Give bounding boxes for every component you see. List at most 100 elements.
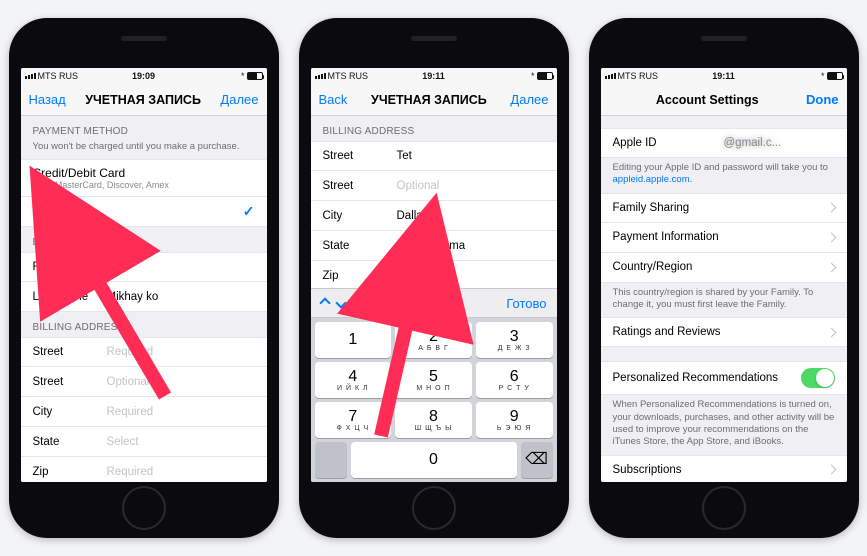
ratings-row[interactable]: Ratings and Reviews [601, 317, 847, 347]
status-bar: MTS RUS 19:11 * [311, 68, 557, 84]
done-button[interactable]: Done [806, 92, 839, 107]
subscriptions-row[interactable]: Subscriptions [601, 455, 847, 482]
personalized-rec-footer: When Personalized Recommendations is tur… [601, 395, 847, 454]
key-2[interactable]: 2А Б В Г [395, 322, 472, 358]
none-option[interactable]: None ✓ [21, 197, 267, 227]
zip-field[interactable]: Required [107, 466, 255, 478]
street1-row[interactable]: StreetTet [311, 141, 557, 171]
last-name-row[interactable]: Last Name Mikhay ko [21, 282, 267, 312]
next-field-button[interactable] [335, 297, 346, 308]
payment-footer: You won't be charged until you make a pu… [21, 141, 267, 159]
state-field[interactable]: Select [107, 436, 255, 448]
next-button[interactable]: Далее [510, 92, 548, 107]
key-3[interactable]: 3Д Е Ж З [476, 322, 553, 358]
signal-icon [315, 73, 326, 79]
backspace-icon: ⌫ [525, 452, 548, 468]
apple-id-row[interactable]: Apple ID @gmail.c... [601, 128, 847, 158]
back-button[interactable]: Назад [29, 92, 66, 107]
signal-icon [25, 73, 36, 79]
key-7[interactable]: 7Ф Х Ц Ч [315, 402, 392, 438]
next-button[interactable]: Далее [220, 92, 258, 107]
phone-2: MTS RUS 19:11 * Back УЧЕТНАЯ ЗАПИСЬ Дале… [299, 18, 569, 538]
city-row[interactable]: CityRequired [21, 397, 267, 427]
street2-row[interactable]: StreetOptional [21, 367, 267, 397]
carrier: MTS RUS [38, 71, 79, 81]
nav-bar: Назад УЧЕТНАЯ ЗАПИСЬ Далее [21, 84, 267, 116]
first-name-row[interactable]: First Name S v [21, 252, 267, 282]
state-field[interactable]: AL - Alabama [397, 240, 545, 252]
last-name-label: Last Name [33, 291, 107, 303]
chevron-right-icon [826, 262, 836, 272]
section-payment-method: PAYMENT METHOD [21, 116, 267, 141]
credit-card-option[interactable]: Credit/Debit Card Visa, MasterCard, Disc… [21, 159, 267, 197]
carrier: MTS RUS [618, 71, 659, 81]
street1-field[interactable]: Tet [397, 150, 545, 162]
appleid-link[interactable]: appleid.apple.com [613, 174, 690, 185]
street1-row[interactable]: StreetRequired [21, 337, 267, 367]
nav-bar: Back УЧЕТНАЯ ЗАПИСЬ Далее [311, 84, 557, 116]
key-6[interactable]: 6Р С Т У [476, 362, 553, 398]
chevron-right-icon [826, 232, 836, 242]
key-4[interactable]: 4И Й К Л [315, 362, 392, 398]
personalized-rec-toggle[interactable] [801, 368, 835, 388]
city-row[interactable]: CityDallas [311, 201, 557, 231]
key-blank [315, 442, 347, 478]
screen: MTS RUS 19:11 * Back УЧЕТНАЯ ЗАПИСЬ Дале… [311, 68, 557, 482]
street1-field[interactable]: Required [107, 346, 255, 358]
zip-row[interactable]: Zip36310 [311, 261, 557, 291]
street2-field[interactable]: Optional [107, 376, 255, 388]
last-name-field[interactable]: Mikhay ko [107, 291, 255, 303]
nav-bar: Account Settings Done [601, 84, 847, 116]
key-8[interactable]: 8Ш Щ Ъ Ы [395, 402, 472, 438]
city-field[interactable]: Required [107, 406, 255, 418]
card-sub: Visa, MasterCard, Discover, Amex [33, 180, 255, 190]
first-name-label: First Name [33, 261, 107, 273]
battery-icon [247, 72, 263, 80]
content: PAYMENT METHOD You won't be charged unti… [21, 116, 267, 482]
key-1[interactable]: 1 [315, 322, 392, 358]
street2-field[interactable]: Optional [397, 180, 545, 192]
signal-icon [605, 73, 616, 79]
status-bar: MTS RUS 19:11 * [601, 68, 847, 84]
page-title: УЧЕТНАЯ ЗАПИСЬ [85, 93, 201, 107]
back-button[interactable]: Back [319, 92, 348, 107]
none-label: None [33, 205, 243, 219]
key-0[interactable]: 0 [351, 442, 517, 478]
street2-row[interactable]: StreetOptional [311, 171, 557, 201]
section-billing-name: BILLING NAME [21, 227, 267, 252]
payment-info-row[interactable]: Payment Information [601, 223, 847, 253]
keyboard-accessory: Готово [311, 288, 557, 318]
city-field[interactable]: Dallas [397, 210, 545, 222]
card-label: Credit/Debit Card [33, 166, 255, 180]
screen: MTS RUS 19:09 * Назад УЧЕТНАЯ ЗАПИСЬ Дал… [21, 68, 267, 482]
keyboard-done-button[interactable]: Готово [506, 296, 546, 311]
status-time: 19:09 [132, 71, 155, 81]
country-region-row[interactable]: Country/Region [601, 253, 847, 283]
key-5[interactable]: 5М Н О П [395, 362, 472, 398]
first-name-field[interactable]: S v [107, 261, 255, 273]
personalized-rec-row[interactable]: Personalized Recommendations [601, 361, 847, 395]
phone-3: MTS RUS 19:11 * Account Settings Done Ap… [589, 18, 859, 538]
status-time: 19:11 [712, 71, 735, 81]
zip-row[interactable]: ZipRequired [21, 457, 267, 482]
family-sharing-row[interactable]: Family Sharing [601, 193, 847, 223]
section-billing-addr: BILLING ADDRESS [21, 312, 267, 337]
state-row[interactable]: StateSelect [21, 427, 267, 457]
numeric-keypad: 1 2А Б В Г 3Д Е Ж З 4И Й К Л 5М Н О П 6Р… [311, 318, 557, 482]
battery-icon [537, 72, 553, 80]
content: Apple ID @gmail.c... Editing your Apple … [601, 116, 847, 482]
backspace-key[interactable]: ⌫ [521, 442, 553, 478]
screen: MTS RUS 19:11 * Account Settings Done Ap… [601, 68, 847, 482]
chevron-right-icon [826, 327, 836, 337]
country-footer: This country/region is shared by your Fa… [601, 283, 847, 318]
page-title: Account Settings [656, 93, 759, 107]
phone-1: MTS RUS 19:09 * Назад УЧЕТНАЯ ЗАПИСЬ Дал… [9, 18, 279, 538]
state-row[interactable]: StateAL - Alabama [311, 231, 557, 261]
key-9[interactable]: 9Ь Э Ю Я [476, 402, 553, 438]
battery-icon [827, 72, 843, 80]
apple-id-footer: Editing your Apple ID and password will … [601, 158, 847, 193]
apple-id-value: @gmail.c... [724, 137, 835, 149]
status-bar: MTS RUS 19:09 * [21, 68, 267, 84]
zip-field[interactable]: 36310 [397, 270, 545, 282]
prev-field-button[interactable] [319, 297, 330, 308]
